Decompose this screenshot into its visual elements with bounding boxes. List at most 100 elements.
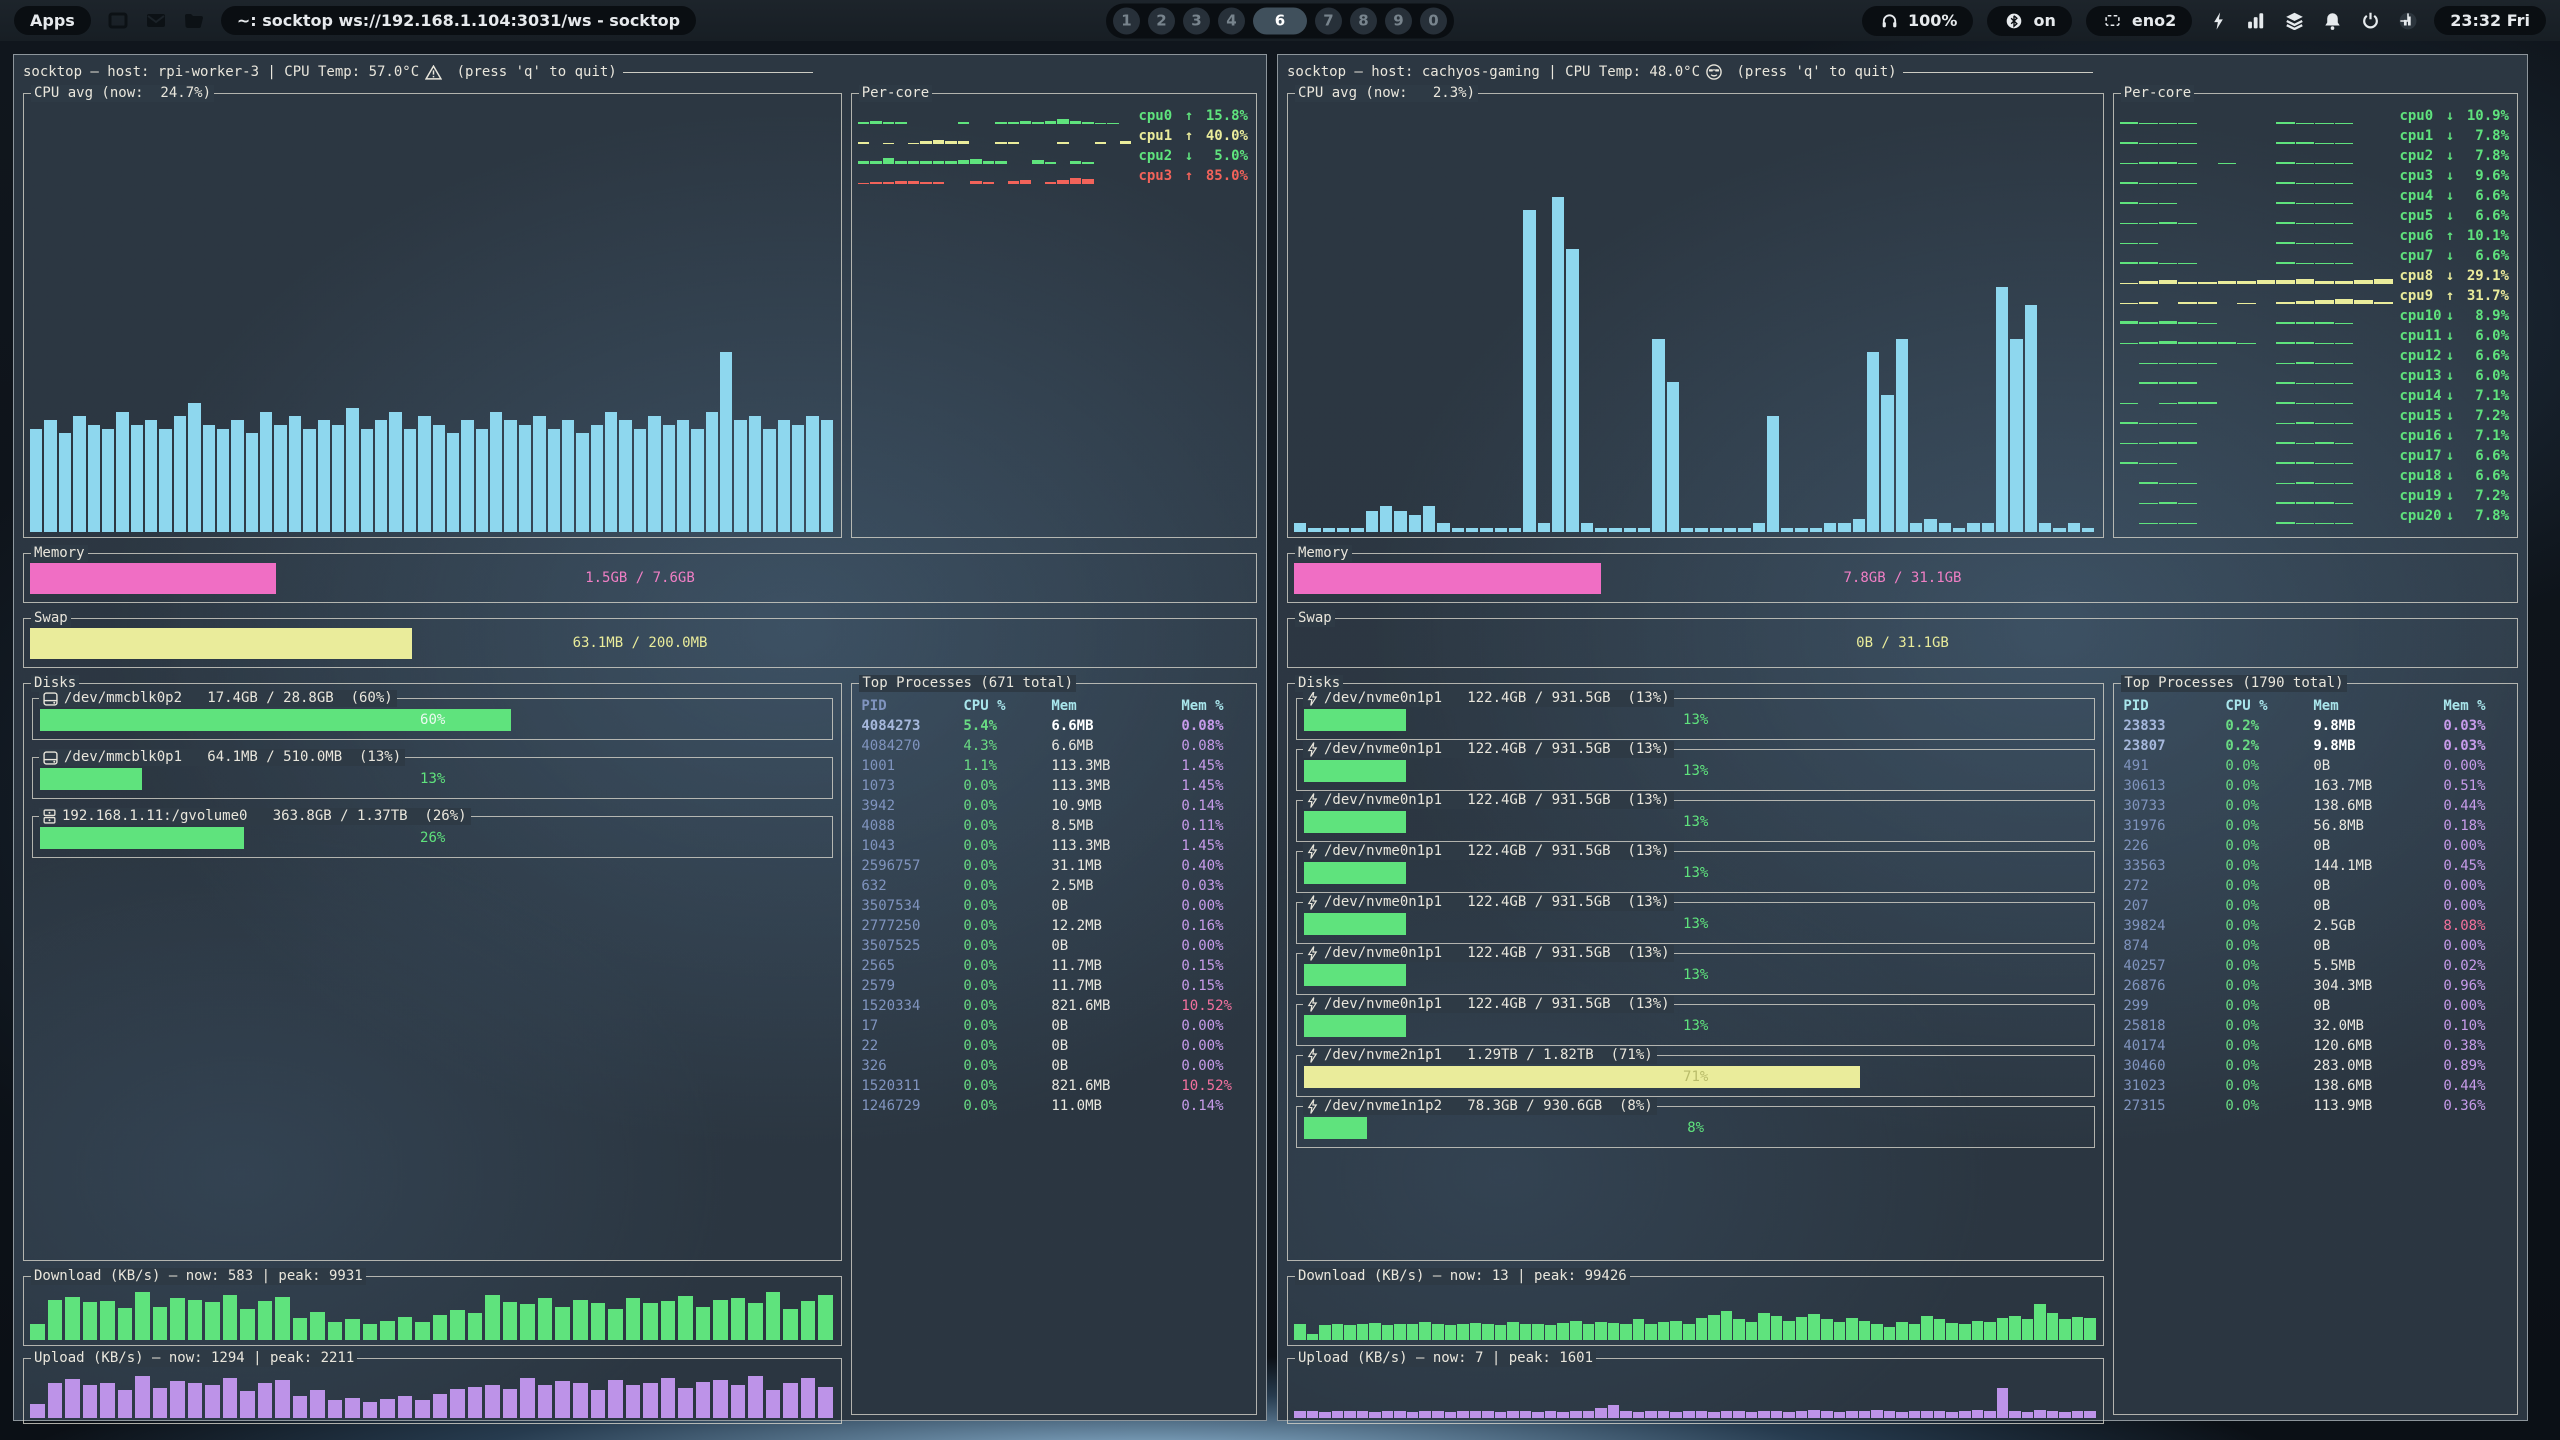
- process-row: 4084273 5.4% 6.6MB 0.08%: [852, 716, 1256, 736]
- core-trend-arrow-icon: ↑: [1181, 128, 1198, 144]
- workspace-button[interactable]: 8: [1350, 7, 1377, 34]
- core-trend-arrow-icon: ↓: [2442, 108, 2459, 124]
- process-row: 4084270 4.3% 6.6MB 0.08%: [852, 736, 1256, 756]
- workspace-button[interactable]: 6: [1253, 7, 1307, 34]
- process-mempct: 0.00%: [2443, 896, 2508, 916]
- swap-panel-title: Swap: [31, 610, 71, 627]
- core-usage-value: 85.0%: [1197, 168, 1248, 184]
- window-icon[interactable]: [107, 11, 129, 31]
- top-processes-title: Top Processes (1790 total): [2121, 675, 2346, 692]
- col-mempct: Mem %: [2443, 696, 2508, 716]
- process-mem: 138.6MB: [2313, 1076, 2443, 1096]
- process-cpu: 0.0%: [963, 1016, 1051, 1036]
- process-row: 2777250 0.0% 12.2MB 0.16%: [852, 916, 1256, 936]
- core-row: cpu1 ↓ 7.8%: [2120, 126, 2509, 146]
- disk-usage-percent: 8%: [1304, 1117, 2087, 1139]
- core-usage-value: 7.2%: [2458, 408, 2509, 424]
- col-cpu: CPU %: [963, 696, 1051, 716]
- process-pid: 2579: [861, 976, 963, 996]
- process-pid: 22: [861, 1036, 963, 1056]
- process-mempct: 0.44%: [2443, 796, 2508, 816]
- process-row: 39824 0.0% 2.5GB 8.08%: [2114, 916, 2517, 936]
- workspace-button[interactable]: 3: [1183, 7, 1210, 34]
- process-pid: 25818: [2123, 1016, 2225, 1036]
- core-name: cpu12: [2399, 348, 2441, 364]
- core-name: cpu7: [2399, 248, 2441, 264]
- process-cpu: 0.0%: [963, 936, 1051, 956]
- process-cpu: 0.0%: [2225, 1036, 2313, 1056]
- upload-panel: Upload (KB/s) — now: 7 | peak: 1601: [1287, 1358, 2104, 1424]
- process-row: 26876 0.0% 304.3MB 0.96%: [2114, 976, 2517, 996]
- mail-icon[interactable]: [145, 11, 167, 31]
- process-mem: 32.0MB: [2313, 1016, 2443, 1036]
- process-row: 2565 0.0% 11.7MB 0.15%: [852, 956, 1256, 976]
- notifications-bell-icon[interactable]: [2320, 10, 2344, 32]
- process-cpu: 0.0%: [963, 896, 1051, 916]
- workspace-button[interactable]: 7: [1315, 7, 1342, 34]
- layers-icon[interactable]: [2282, 10, 2306, 32]
- core-usage-value: 8.9%: [2458, 308, 2509, 324]
- network-indicator[interactable]: eno2: [2086, 6, 2192, 36]
- apps-button[interactable]: Apps: [14, 6, 91, 35]
- swap-usage-text: 63.1MB / 200.0MB: [24, 619, 1256, 667]
- signal-bars-icon[interactable]: [2244, 10, 2268, 32]
- core-trend-arrow-icon: ↓: [2442, 428, 2459, 444]
- workspace-button[interactable]: 4: [1218, 7, 1245, 34]
- core-row: cpu15 ↓ 7.2%: [2120, 406, 2509, 426]
- process-pid: 26876: [2123, 976, 2225, 996]
- core-sparkline: [2120, 269, 2394, 284]
- disk-entry: /dev/nvme0n1p1 122.4GB / 931.5GB (13%) 1…: [1296, 851, 2095, 893]
- disk-entry-title: /dev/nvme1n1p2 78.3GB / 930.6GB (8%): [1303, 1098, 1657, 1115]
- clock[interactable]: 23:32 Fri: [2434, 6, 2546, 35]
- process-pid: 632: [861, 876, 963, 896]
- col-mem: Mem: [2313, 696, 2443, 716]
- process-row: 31023 0.0% 138.6MB 0.44%: [2114, 1076, 2517, 1096]
- process-cpu: 0.0%: [963, 996, 1051, 1016]
- core-row: cpu13 ↓ 6.0%: [2120, 366, 2509, 386]
- stats-circle-icon[interactable]: [2396, 10, 2420, 32]
- terminal-title-text: socktop — host: cachyos-gaming | CPU Tem…: [1287, 64, 1700, 80]
- process-pid: 31023: [2123, 1076, 2225, 1096]
- core-row: cpu0 ↑ 15.8%: [858, 106, 1248, 126]
- bluetooth-indicator[interactable]: on: [1987, 6, 2071, 36]
- power-icon[interactable]: [2358, 10, 2382, 32]
- cpu-avg-panel-title: CPU avg (now: 24.7%): [31, 85, 214, 102]
- window-title-text: ~: socktop ws://192.168.1.104:3031/ws - …: [237, 11, 680, 30]
- core-name: cpu2: [1138, 148, 1180, 164]
- terminal-window-rpi-worker-3[interactable]: socktop — host: rpi-worker-3 | CPU Temp:…: [13, 54, 1267, 1421]
- swap-panel: Swap 0B / 31.1GB: [1287, 618, 2518, 668]
- disk-usage-track: 8%: [1304, 1117, 2087, 1139]
- volume-indicator[interactable]: 100%: [1862, 6, 1973, 36]
- process-cpu: 4.3%: [963, 736, 1051, 756]
- workspace-button[interactable]: 9: [1385, 7, 1412, 34]
- disk-entry-text: /dev/nvme2n1p1 1.29TB / 1.82TB (71%): [1324, 1047, 1653, 1064]
- core-trend-arrow-icon: ↓: [2442, 308, 2459, 324]
- process-mempct: 0.14%: [1181, 1096, 1247, 1116]
- power-profile-bolt-icon[interactable]: [2206, 10, 2230, 32]
- window-title[interactable]: ~: socktop ws://192.168.1.104:3031/ws - …: [221, 6, 696, 35]
- disk-entry-title: /dev/mmcblk0p2 17.4GB / 28.8GB (60%): [39, 690, 397, 707]
- core-trend-arrow-icon: ↓: [2442, 408, 2459, 424]
- process-cpu: 0.0%: [2225, 896, 2313, 916]
- process-cpu: 0.0%: [963, 796, 1051, 816]
- core-trend-arrow-icon: ↓: [2442, 508, 2459, 524]
- core-usage-value: 9.6%: [2458, 168, 2509, 184]
- process-pid: 1246729: [861, 1096, 963, 1116]
- process-mem: 6.6MB: [1051, 736, 1181, 756]
- terminal-window-cachyos-gaming[interactable]: socktop — host: cachyos-gaming | CPU Tem…: [1277, 54, 2528, 1421]
- process-cpu: 0.0%: [2225, 1096, 2313, 1116]
- core-trend-arrow-icon: ↓: [2442, 448, 2459, 464]
- workspace-button[interactable]: 2: [1148, 7, 1175, 34]
- disk-entry: /dev/nvme0n1p1 122.4GB / 931.5GB (13%) 1…: [1296, 800, 2095, 842]
- disk-usage-track: 13%: [1304, 964, 2087, 986]
- memory-panel: Memory 1.5GB / 7.6GB: [23, 553, 1257, 603]
- core-sparkline: [2120, 429, 2394, 444]
- workspace-button[interactable]: 1: [1113, 7, 1140, 34]
- upload-chart: [1294, 1368, 2097, 1418]
- process-mempct: 10.52%: [1181, 1076, 1247, 1096]
- core-name: cpu14: [2399, 388, 2441, 404]
- upload-chart: [30, 1368, 835, 1418]
- folder-icon[interactable]: [183, 11, 205, 31]
- process-row: 30460 0.0% 283.0MB 0.89%: [2114, 1056, 2517, 1076]
- workspace-button[interactable]: 0: [1420, 7, 1447, 34]
